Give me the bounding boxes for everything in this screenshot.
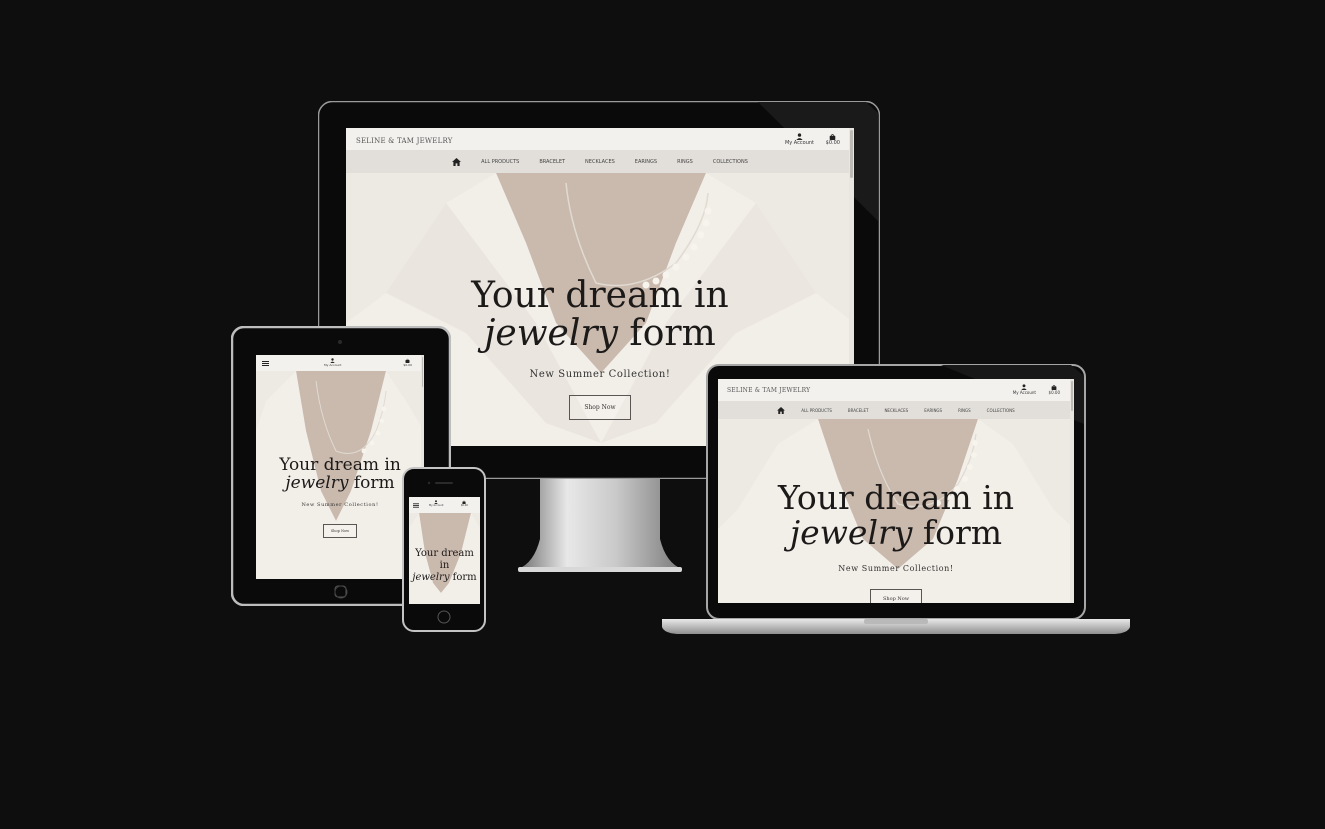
- mockup-canvas: { "site": { "brand": "SELINE & TAM JEWEL…: [0, 0, 1325, 829]
- laptop-navbar: ALL PRODUCTS BRACELET NECKLACES EARINGS …: [718, 401, 1074, 419]
- desktop-header: SELINE & TAM JEWELRY My Account $0.00: [346, 128, 854, 150]
- hero-title-line2: jewelry form: [718, 512, 1074, 552]
- my-account-label: My Account: [1012, 390, 1036, 395]
- hero-title-line1: Your dream: [415, 548, 474, 559]
- my-account-label: My Account: [429, 504, 444, 507]
- nav-earings[interactable]: EARINGS: [924, 408, 942, 413]
- hero-title-line1b: in: [439, 560, 450, 571]
- hero-title-italic: jewelry: [484, 312, 618, 354]
- hero-title-rest: form: [348, 472, 395, 493]
- cart-total: $0.00: [1048, 390, 1060, 395]
- nav-bracelet[interactable]: BRACELET: [539, 159, 565, 165]
- laptop-base: [662, 619, 1130, 634]
- phone-site: My Account $0.00 Your dream in jewelry f…: [409, 497, 480, 604]
- shop-now-button[interactable]: Shop Now: [569, 394, 631, 420]
- nav-all-products[interactable]: ALL PRODUCTS: [481, 159, 519, 165]
- hero-content: Your dream in jewelry form: [409, 548, 480, 584]
- brand-logo[interactable]: SELINE & TAM JEWELRY: [356, 137, 453, 145]
- tablet-site: My Account $0.00 Your dream in jewelry f…: [256, 355, 424, 579]
- nav-earings[interactable]: EARINGS: [635, 159, 657, 165]
- cart-link[interactable]: $0.00: [403, 358, 412, 367]
- hero-title-line2: jewelry form: [256, 472, 424, 493]
- shop-now-button[interactable]: Shop Now: [869, 589, 923, 603]
- tablet-header: My Account $0.00: [256, 355, 424, 371]
- nav-bracelet[interactable]: BRACELET: [848, 408, 869, 413]
- nav-collections[interactable]: COLLECTIONS: [987, 408, 1015, 413]
- my-account-link[interactable]: My Account: [429, 500, 444, 507]
- hamburger-menu-icon[interactable]: [413, 503, 419, 508]
- my-account-label: My Account: [784, 140, 814, 146]
- hero-content: Your dream in jewelry form New Summer Co…: [256, 456, 424, 538]
- nav-rings[interactable]: RINGS: [677, 159, 693, 165]
- hero-title-rest: form: [617, 312, 716, 354]
- nav-necklaces[interactable]: NECKLACES: [585, 159, 615, 165]
- laptop-site: SELINE & TAM JEWELRY My Account $0.00 AL…: [718, 379, 1074, 603]
- cart-total: $0.00: [825, 140, 840, 146]
- my-account-label: My Account: [324, 363, 342, 367]
- hero-banner: Your dream in jewelry form New Summer Co…: [718, 419, 1074, 603]
- cart-link[interactable]: $0.00: [461, 500, 468, 507]
- hero-content: Your dream in jewelry form New Summer Co…: [718, 478, 1074, 603]
- cart-total: $0.00: [460, 504, 468, 507]
- my-account-link[interactable]: My Account: [324, 358, 341, 367]
- hero-title-rest: form: [449, 572, 477, 583]
- nav-all-products[interactable]: ALL PRODUCTS: [801, 408, 832, 413]
- hero-title-line1: Your dream in: [778, 478, 1014, 517]
- cart-total: $0.00: [403, 363, 412, 367]
- my-account-link[interactable]: My Account: [785, 133, 814, 146]
- hero-banner: Your dream in jewelry form New Summer Co…: [256, 371, 424, 579]
- hero-title-italic: jewelry: [789, 512, 913, 552]
- desktop-navbar: ALL PRODUCTS BRACELET NECKLACES EARINGS …: [346, 150, 854, 173]
- hero-title-italic: jewelry: [285, 472, 349, 493]
- my-account-link[interactable]: My Account: [1013, 384, 1036, 395]
- laptop-scrollbar[interactable]: [1070, 379, 1074, 603]
- phone-header: My Account $0.00: [409, 497, 480, 513]
- cart-link[interactable]: $0.00: [826, 133, 840, 146]
- hero-subtitle: New Summer Collection!: [301, 501, 379, 508]
- laptop-header: SELINE & TAM JEWELRY My Account $0.00: [718, 379, 1074, 401]
- hero-banner: Your dream in jewelry form: [409, 513, 480, 604]
- hamburger-menu-icon[interactable]: [262, 361, 269, 366]
- hero-title-rest: form: [912, 512, 1003, 552]
- home-icon[interactable]: [452, 157, 462, 166]
- home-icon[interactable]: [777, 406, 786, 414]
- hero-title-italic: jewelry: [412, 572, 450, 583]
- nav-rings[interactable]: RINGS: [958, 408, 971, 413]
- nav-collections[interactable]: COLLECTIONS: [713, 159, 748, 165]
- shopping-bag-icon: [830, 134, 836, 140]
- nav-necklaces[interactable]: NECKLACES: [884, 408, 908, 413]
- hero-title-line1: Your dream in: [471, 275, 729, 316]
- hero-title-line2: jewelry form: [409, 572, 480, 584]
- brand-logo[interactable]: SELINE & TAM JEWELRY: [727, 387, 810, 394]
- hero-subtitle: New Summer Collection!: [838, 564, 954, 574]
- user-icon: [796, 133, 803, 140]
- cart-link[interactable]: $0.00: [1049, 384, 1060, 395]
- monitor-stand: [518, 479, 682, 572]
- shop-now-button[interactable]: Shop Now: [322, 523, 358, 538]
